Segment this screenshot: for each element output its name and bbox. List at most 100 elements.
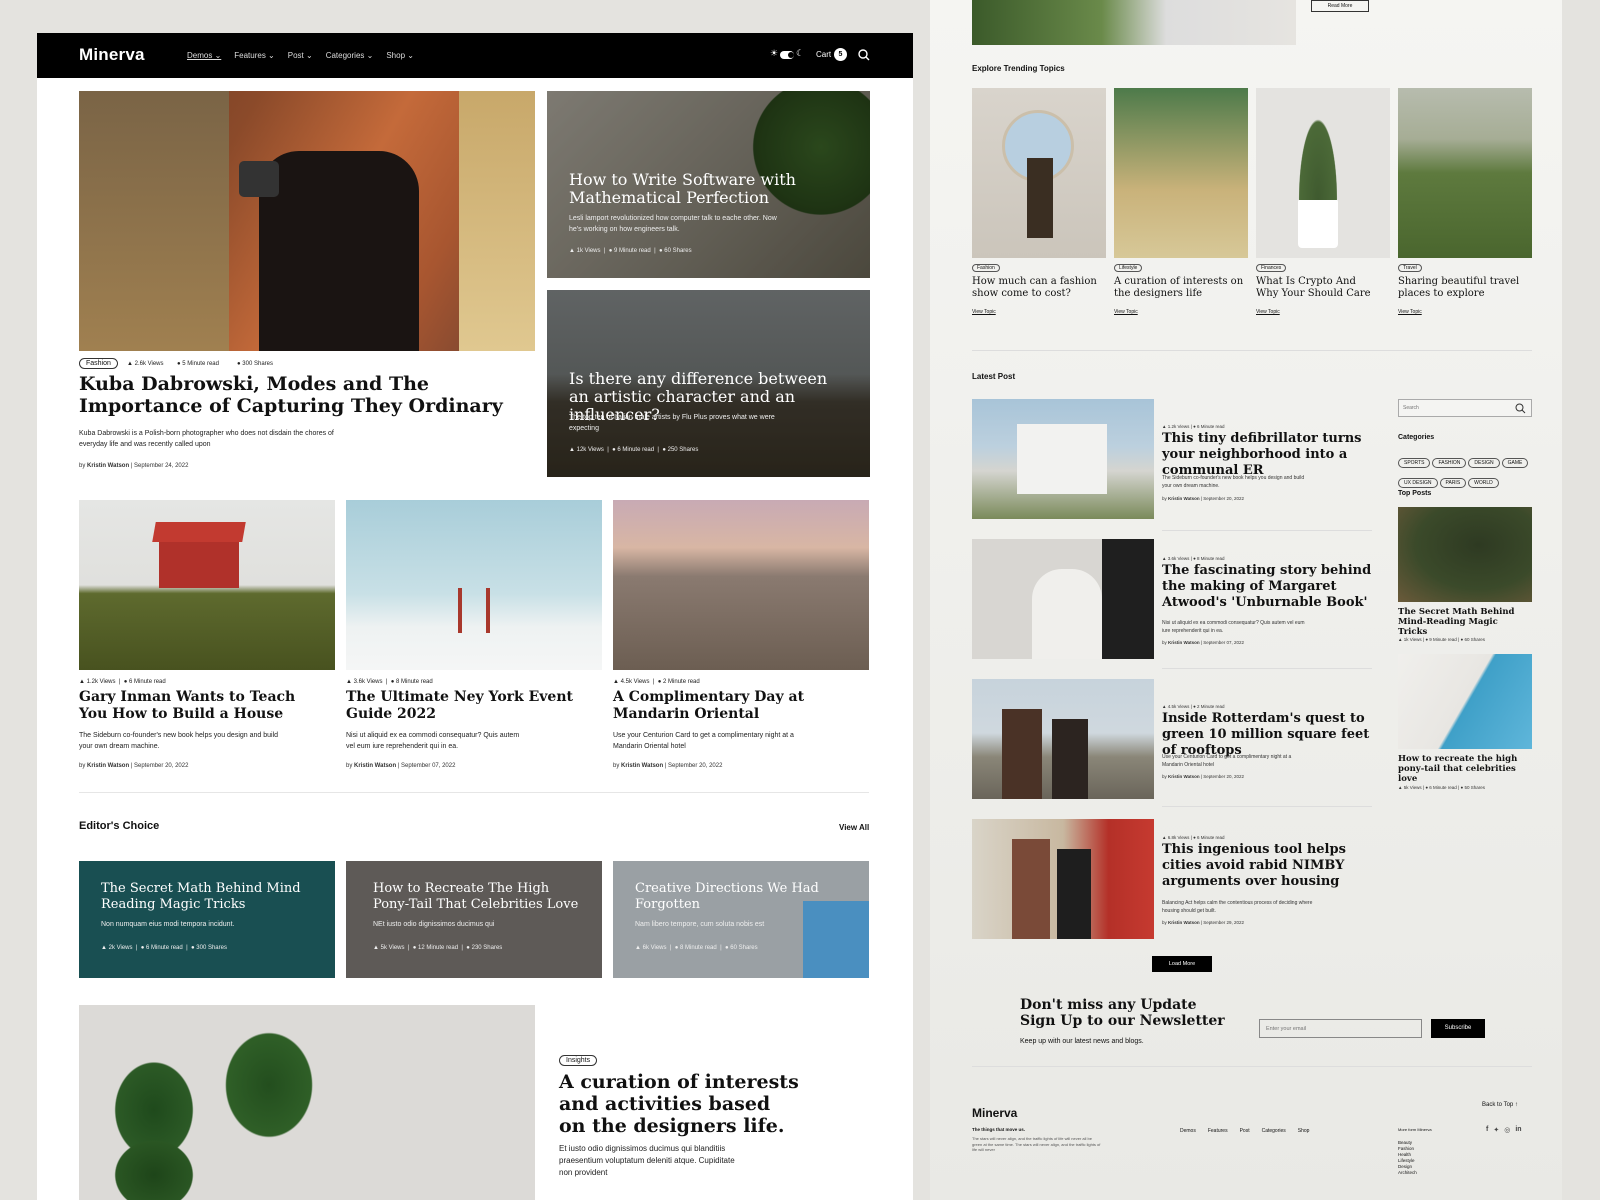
menu-item-categories[interactable]: Categories ⌄ [326,51,374,60]
menu-item-demos[interactable]: Demos ⌄ [187,51,221,60]
top-post-image[interactable] [1398,654,1532,749]
category-chip[interactable]: SPORTS [1398,458,1431,468]
footer-about: The stars will never align, and the traf… [972,1136,1101,1152]
menu-item-shop[interactable]: Shop ⌄ [386,51,414,60]
topic-title[interactable]: What Is Crypto And Why Your Should Care [1256,276,1381,300]
grid-post-image[interactable] [79,500,335,670]
editors-card[interactable]: Creative Directions We Had Forgotten Nam… [613,861,869,978]
linkedin-icon[interactable]: in [1515,1126,1521,1134]
row-divider [1162,668,1372,669]
hero-category-tag[interactable]: Fashion [79,358,118,369]
editors-card[interactable]: How to Recreate The High Pony-Tail That … [346,861,602,978]
theme-toggle[interactable] [780,51,794,59]
hero-title[interactable]: Kuba Dabrowski, Modes and The Importance… [79,373,519,417]
topic-badge[interactable]: Lifestyle [1114,264,1143,272]
grid-post-title[interactable]: A Complimentary Day at Mandarin Oriental [613,689,863,723]
latest-post-title[interactable]: This tiny defibrillator turns your neigh… [1162,431,1377,479]
categories-list: SPORTS FASHION DESIGN GAME UX DESIGN PARIS WOR… [1398,451,1538,491]
read-more-button[interactable]: Read More [1311,0,1369,12]
footer-link-demos[interactable]: Demos [1180,1128,1196,1134]
editors-card-title[interactable]: How to Recreate The High Pony-Tail That … [373,881,583,913]
twitter-icon[interactable]: ✦ [1493,1126,1499,1134]
topic-title[interactable]: Sharing beautiful travel places to explo… [1398,276,1523,300]
topic-badge[interactable]: Finances [1256,264,1287,272]
topic-image[interactable] [1256,88,1390,258]
category-chip[interactable]: PARIS [1439,478,1467,488]
grid-post-title[interactable]: The Ultimate Ney York Event Guide 2022 [346,689,591,723]
view-all-link[interactable]: View All [839,823,869,832]
latest-post-image[interactable] [972,819,1154,939]
section-divider [972,350,1532,351]
menu-item-features[interactable]: Features ⌄ [234,51,275,60]
topic-image[interactable] [972,88,1106,258]
load-more-button[interactable]: Load More [1152,956,1212,972]
footer-link-post[interactable]: Post [1240,1128,1250,1134]
insight-description: Et iusto odio dignissimos ducimus qui bl… [559,1144,735,1177]
latest-post-meta: ▲ 4.5k Views | ● 2 Minute read [1162,704,1225,709]
instagram-icon[interactable]: ◎ [1504,1126,1510,1134]
hero-views: ▲ 2.6k Views [127,361,164,367]
hero-image[interactable] [79,91,535,351]
grid-post-title[interactable]: Gary Inman Wants to Teach You How to Bui… [79,689,324,723]
footer-more-list: Beauty Fashion Health Lifestyle Design A… [1398,1140,1417,1176]
footer-more-link[interactable]: Architech [1398,1170,1417,1176]
insight-title[interactable]: A curation of interests and activities b… [559,1071,799,1137]
topic-badge[interactable]: Travel [1398,264,1422,272]
editors-card-meta: ▲ 6k Views | ● 8 Minute read | ● 60 Shar… [635,945,758,951]
latest-post-image[interactable] [972,539,1154,659]
footer-link-shop[interactable]: Shop [1298,1128,1310,1134]
category-chip[interactable]: FASHION [1432,458,1467,468]
topic-title[interactable]: A curation of interests on the designers… [1114,276,1244,300]
top-post-title[interactable]: The Secret Math Behind Mind-Reading Magi… [1398,607,1528,637]
grid-post-image[interactable] [346,500,602,670]
view-topic-link[interactable]: View Topic [1114,309,1138,315]
editors-card-title[interactable]: The Secret Math Behind Mind Reading Magi… [101,881,311,913]
newsletter-email-input[interactable] [1259,1019,1422,1038]
grid-post-image[interactable] [613,500,869,670]
facebook-icon[interactable]: f [1486,1126,1488,1134]
top-post-meta: ▲ 5k Views | ● 6 Minute read | ● 50 Shar… [1398,785,1485,790]
category-chip[interactable]: UX DESIGN [1398,478,1438,488]
latest-post-image[interactable] [972,399,1154,519]
view-topic-link[interactable]: View Topic [972,309,996,315]
insight-category-tag[interactable]: Insights [559,1055,598,1066]
view-topic-link[interactable]: View Topic [1398,309,1422,315]
side-post-card[interactable]: How to Write Software with Mathematical … [547,91,870,278]
back-to-top-link[interactable]: Back to Top ↑ [1482,1102,1518,1108]
editors-card-desc: Non numquam eius modi tempora incidunt. [101,921,235,928]
search-icon[interactable] [1515,403,1526,414]
category-chip[interactable]: GAME [1501,458,1529,468]
footer-logo[interactable]: Minerva [972,1106,1017,1120]
grid-post-byline: by Kristin Watson | September 20, 2022 [613,763,723,769]
menu-item-post[interactable]: Post ⌄ [288,51,313,60]
side-post-title[interactable]: How to Write Software with Mathematical … [569,171,829,207]
view-topic-link[interactable]: View Topic [1256,309,1280,315]
latest-post-title[interactable]: This ingenious tool helps cities avoid r… [1162,842,1377,890]
latest-post-byline: by Kristin Watson | September 29, 2022 [1162,920,1245,925]
topic-image[interactable] [1114,88,1248,258]
latest-post-title[interactable]: Inside Rotterdam's quest to green 10 mil… [1162,711,1377,759]
footer-link-categories[interactable]: Categories [1262,1128,1286,1134]
category-chip[interactable]: WORLD [1468,478,1499,488]
topic-title[interactable]: How much can a fashion show come to cost… [972,276,1097,300]
topic-badge[interactable]: Fashion [972,264,1000,272]
search-icon[interactable] [858,49,870,61]
latest-post-meta: ▲ 1.2k Views | ● 6 Minute read [1162,424,1225,429]
subscribe-button[interactable]: Subscribe [1431,1019,1485,1038]
top-post-image[interactable] [1398,507,1532,602]
editors-card-title[interactable]: Creative Directions We Had Forgotten [635,881,825,913]
insight-image[interactable] [79,1005,535,1200]
topic-image[interactable] [1398,88,1532,258]
site-logo[interactable]: Minerva [79,45,145,65]
cart-link[interactable]: Cart [816,50,831,59]
latest-post-image[interactable] [972,679,1154,799]
top-post-title[interactable]: How to recreate the high pony-tail that … [1398,754,1528,784]
category-chip[interactable]: DESIGN [1468,458,1500,468]
top-feature-image[interactable] [972,0,1296,45]
footer-link-features[interactable]: Features [1208,1128,1228,1134]
editors-card[interactable]: The Secret Math Behind Mind Reading Magi… [79,861,335,978]
grid-post-meta: ▲ 1.2k Views | ● 6 Minute read [79,679,166,685]
side-post-card[interactable]: Is there any difference between an artis… [547,290,870,477]
latest-post-title[interactable]: The fascinating story behind the making … [1162,563,1377,611]
sidebar-search-input[interactable] [1403,403,1511,413]
